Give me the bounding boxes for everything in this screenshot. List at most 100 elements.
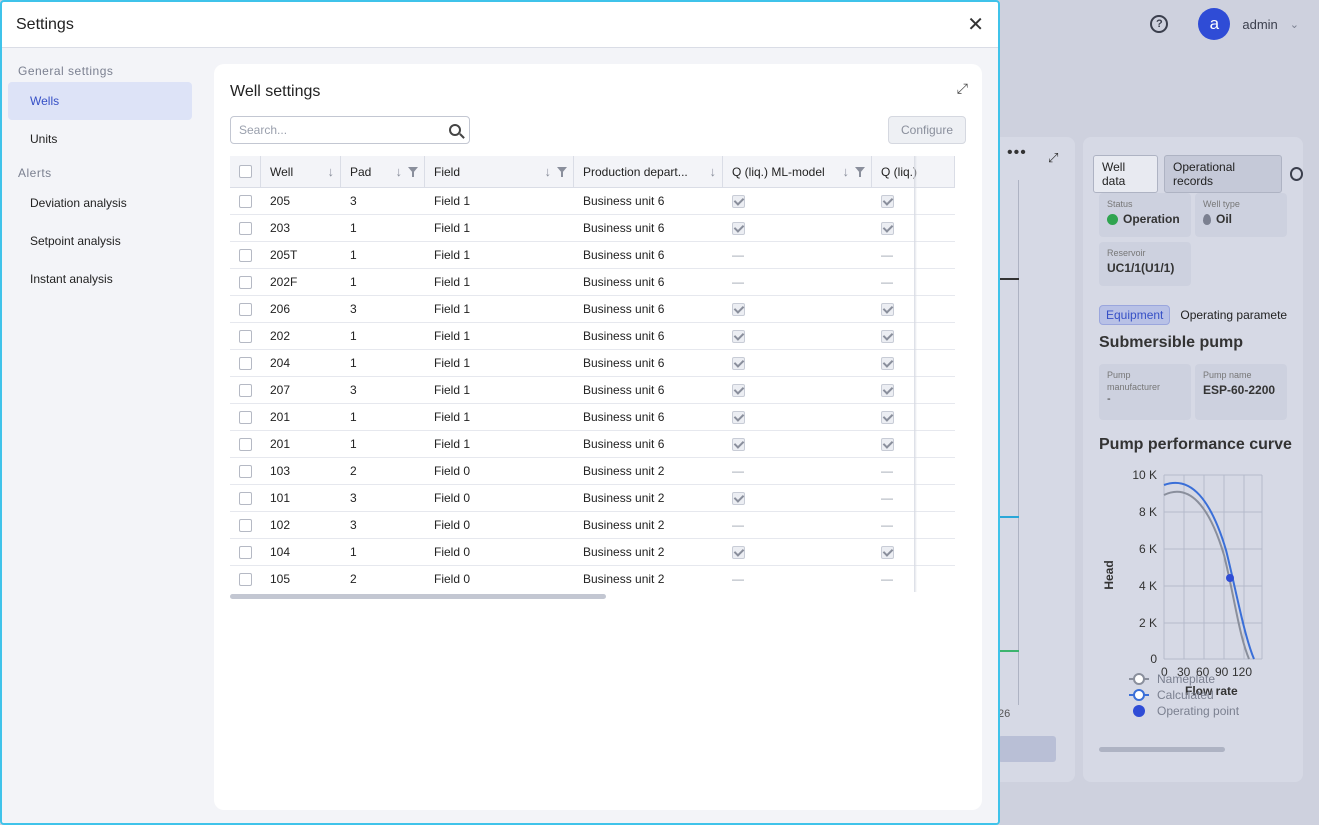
search-icon[interactable] — [449, 124, 461, 136]
row-checkbox[interactable] — [239, 356, 252, 370]
help-icon[interactable]: ? — [1150, 15, 1169, 33]
table-row[interactable]: 203 1 Field 1 Business unit 6 — [230, 215, 955, 242]
column-header-field[interactable]: Field — [434, 165, 460, 179]
select-all-checkbox[interactable] — [238, 165, 252, 178]
status-label: Status — [1107, 199, 1133, 209]
checked-checkbox[interactable] — [881, 437, 894, 451]
table-row[interactable]: 201 1 Field 1 Business unit 6 — [230, 431, 955, 458]
department-cell: Business unit 6 — [583, 302, 665, 316]
tab-operating-parameters[interactable]: Operating paramete — [1180, 308, 1287, 322]
table-row[interactable]: 104 1 Field 0 Business unit 2 — [230, 539, 955, 566]
row-checkbox[interactable] — [239, 518, 252, 532]
reservoir-label: Reservoir — [1107, 248, 1146, 258]
sort-icon[interactable]: ↓ — [328, 164, 335, 179]
sort-icon[interactable]: ↓ — [396, 164, 403, 179]
row-checkbox[interactable] — [239, 302, 252, 316]
column-header-q-liq-ml-model[interactable]: Q (liq.) ML-model — [732, 165, 825, 179]
sort-icon[interactable]: ↓ — [710, 164, 717, 179]
well-type-value: Oil — [1216, 212, 1233, 226]
checked-checkbox[interactable] — [881, 383, 894, 397]
checked-checkbox[interactable] — [732, 545, 745, 559]
checked-checkbox[interactable] — [732, 437, 745, 451]
column-header-pad[interactable]: Pad — [350, 165, 371, 179]
sidebar-item-deviation-analysis[interactable]: Deviation analysis — [8, 184, 192, 222]
expand-icon[interactable]: ⤢ — [1048, 150, 1058, 166]
filter-icon[interactable] — [557, 166, 567, 177]
table-row[interactable]: 102 3 Field 0 Business unit 2 — — — [230, 512, 955, 539]
checked-checkbox[interactable] — [732, 491, 745, 505]
user-name[interactable]: admin — [1242, 17, 1277, 32]
table-row[interactable]: 103 2 Field 0 Business unit 2 — — — [230, 458, 955, 485]
expand-icon[interactable]: ⤢ — [957, 80, 968, 97]
avatar[interactable]: a — [1198, 8, 1231, 40]
checked-checkbox[interactable] — [732, 383, 745, 397]
filter-icon[interactable] — [855, 166, 865, 177]
table-row[interactable]: 205T 1 Field 1 Business unit 6 — — — [230, 242, 955, 269]
sidebar-item-setpoint-analysis[interactable]: Setpoint analysis — [8, 222, 192, 260]
checked-checkbox[interactable] — [732, 221, 745, 235]
table-row[interactable]: 207 3 Field 1 Business unit 6 — [230, 377, 955, 404]
filter-icon[interactable] — [408, 166, 418, 177]
checked-checkbox[interactable] — [732, 410, 745, 424]
row-checkbox[interactable] — [239, 410, 252, 424]
table-row[interactable]: 206 3 Field 1 Business unit 6 — [230, 296, 955, 323]
modal-title: Settings — [16, 15, 74, 33]
checked-checkbox[interactable] — [732, 194, 745, 208]
sidebar-item-wells[interactable]: Wells — [8, 82, 192, 120]
table-row[interactable]: 105 2 Field 0 Business unit 2 — — — [230, 566, 955, 592]
configure-button[interactable]: Configure — [888, 116, 966, 144]
table-row[interactable]: 204 1 Field 1 Business unit 6 — [230, 350, 955, 377]
checked-checkbox[interactable] — [881, 329, 894, 343]
row-checkbox[interactable] — [239, 437, 252, 451]
column-header-q-liq[interactable]: Q (liq.) — [881, 165, 917, 179]
checked-checkbox[interactable] — [881, 356, 894, 370]
field-cell: Field 0 — [434, 545, 471, 559]
table-row[interactable]: 205 3 Field 1 Business unit 6 — [230, 188, 955, 215]
table-row[interactable]: 101 3 Field 0 Business unit 2 — — [230, 485, 955, 512]
checked-checkbox[interactable] — [732, 329, 745, 343]
row-checkbox[interactable] — [239, 194, 252, 208]
tab-equipment[interactable]: Equipment — [1099, 305, 1171, 325]
more-icon[interactable]: ••• — [1007, 144, 1027, 162]
sidebar-item-units[interactable]: Units — [8, 120, 192, 158]
row-checkbox-cell — [230, 464, 261, 478]
tab-operational-records[interactable]: Operational records — [1164, 155, 1282, 193]
gear-icon[interactable] — [1289, 167, 1303, 181]
field-cell: Field 1 — [434, 410, 471, 424]
sidebar-section-alerts: Alerts — [18, 166, 52, 180]
close-icon[interactable]: ✕ — [967, 15, 984, 35]
panel-scrollbar[interactable] — [1099, 747, 1225, 752]
empty-dash: — — [881, 518, 893, 532]
row-checkbox[interactable] — [239, 221, 252, 235]
row-checkbox[interactable] — [239, 572, 252, 586]
search-input[interactable] — [239, 123, 449, 137]
table-row[interactable]: 202F 1 Field 1 Business unit 6 — — — [230, 269, 955, 296]
table-row[interactable]: 201 1 Field 1 Business unit 6 — [230, 404, 955, 431]
column-header-production-department[interactable]: Production depart... — [583, 165, 688, 179]
row-checkbox[interactable] — [239, 329, 252, 343]
checked-checkbox[interactable] — [881, 194, 894, 208]
well-cell: 101 — [270, 491, 291, 505]
row-checkbox[interactable] — [239, 248, 252, 262]
checked-checkbox[interactable] — [881, 545, 894, 559]
table-horizontal-scrollbar[interactable] — [230, 594, 606, 599]
sidebar-item-instant-analysis[interactable]: Instant analysis — [8, 260, 192, 298]
empty-dash: — — [732, 572, 744, 586]
row-checkbox[interactable] — [239, 275, 252, 289]
checked-checkbox[interactable] — [881, 221, 894, 235]
row-checkbox[interactable] — [239, 491, 252, 505]
row-checkbox[interactable] — [239, 383, 252, 397]
tab-well-data[interactable]: Well data — [1093, 155, 1159, 193]
row-checkbox[interactable] — [239, 545, 252, 559]
column-header-well[interactable]: Well — [270, 165, 293, 179]
chevron-down-icon[interactable]: ⌄ — [1290, 18, 1299, 31]
checked-checkbox[interactable] — [732, 302, 745, 316]
sort-icon[interactable]: ↓ — [545, 164, 552, 179]
checked-checkbox[interactable] — [881, 302, 894, 316]
checked-checkbox[interactable] — [881, 410, 894, 424]
sort-icon[interactable]: ↓ — [843, 164, 850, 179]
chart-range-scroller[interactable] — [998, 736, 1056, 762]
table-row[interactable]: 202 1 Field 1 Business unit 6 — [230, 323, 955, 350]
checked-checkbox[interactable] — [732, 356, 745, 370]
row-checkbox[interactable] — [239, 464, 252, 478]
